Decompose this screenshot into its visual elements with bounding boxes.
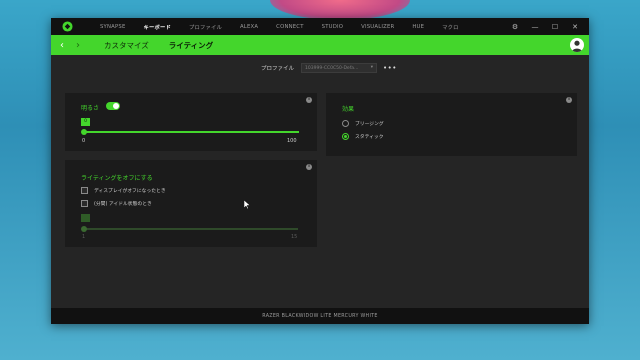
effect-option-breathing[interactable]: ブリージング [342,120,384,127]
radio-button[interactable] [342,120,349,127]
razer-synapse-window: SYNAPSE キーボード プロファイル ALEXA CONNECT STUDI… [51,18,589,324]
option-display-off[interactable]: ディスプレイがオフになったとき [81,187,166,194]
forward-arrow-icon[interactable]: › [70,40,86,51]
nav-hue[interactable]: HUE [403,24,433,30]
lighting-off-panel: ライティングをオフにする i ディスプレイがオフになったとき (分間) アイドル… [65,160,317,247]
nav-connect[interactable]: CONNECT [267,24,312,30]
profile-dropdown-value: 103999-CC0C50-Defa... [305,65,359,71]
radio-button-selected[interactable] [342,133,349,140]
brightness-toggle[interactable] [106,102,120,110]
brightness-value-box[interactable]: 0 [81,118,90,126]
brightness-title: 明るさ [81,105,100,112]
nav-profiles[interactable]: プロファイル [180,23,231,31]
brightness-slider-handle[interactable] [81,129,87,135]
nav-macro[interactable]: マクロ [433,23,468,31]
effect-panel: 効果 i ブリージング スタティック [326,93,577,156]
idle-min-label: 1 [82,234,86,240]
checkbox-label: (分間) アイドル状態のとき [94,202,152,207]
profile-selector-row: プロファイル 103999-CC0C50-Defa... ▾ ••• [261,63,397,73]
checkbox-label: ディスプレイがオフになったとき [94,189,166,194]
top-nav: SYNAPSE キーボード プロファイル ALEXA CONNECT STUDI… [91,23,468,31]
more-options-button[interactable]: ••• [383,64,397,72]
info-icon[interactable]: i [306,164,312,170]
desktop-wallpaper [270,0,410,20]
nav-visualizer[interactable]: VISUALIZER [352,24,403,30]
settings-gear-icon[interactable]: ⚙ [505,23,525,31]
tab-customize[interactable]: カスタマイズ [94,40,159,51]
info-icon[interactable]: i [306,97,312,103]
effect-title: 効果 [342,106,355,113]
checkbox[interactable] [81,200,88,207]
option-idle[interactable]: (分間) アイドル状態のとき [81,200,152,207]
tab-lighting[interactable]: ライティング [159,40,223,51]
profile-label: プロファイル [261,66,295,72]
idle-minutes-value-box [81,214,90,222]
main-content: プロファイル 103999-CC0C50-Defa... ▾ ••• 明るさ i… [51,55,589,308]
back-arrow-icon[interactable]: ‹ [54,40,70,51]
brightness-max-label: 100 [287,138,297,144]
nav-alexa[interactable]: ALEXA [231,24,267,30]
nav-keyboard[interactable]: キーボード [135,23,181,31]
close-icon[interactable]: ✕ [565,23,585,31]
nav-synapse[interactable]: SYNAPSE [91,24,135,30]
device-name-footer: RAZER BLACKWIDOW LITE MERCURY WHITE [51,308,589,324]
minimize-icon[interactable]: — [525,23,545,31]
maximize-icon[interactable]: ☐ [545,23,565,31]
effect-option-static[interactable]: スタティック [342,133,384,140]
info-icon[interactable]: i [566,97,572,103]
sub-header: ‹ › カスタマイズ ライティング [51,35,589,55]
nav-studio[interactable]: STUDIO [313,24,353,30]
lighting-off-title: ライティングをオフにする [81,175,153,182]
brightness-panel: 明るさ i 0 0 100 [65,93,317,151]
razer-logo-icon [61,21,73,33]
brightness-slider-track[interactable] [84,131,299,133]
chevron-down-icon: ▾ [370,65,374,70]
idle-minutes-slider-handle [81,226,87,232]
checkbox[interactable] [81,187,88,194]
brightness-min-label: 0 [82,138,86,144]
profile-dropdown[interactable]: 103999-CC0C50-Defa... ▾ [301,63,378,73]
idle-max-label: 15 [291,234,298,240]
user-avatar-icon[interactable] [570,38,584,52]
title-bar: SYNAPSE キーボード プロファイル ALEXA CONNECT STUDI… [51,18,589,35]
idle-minutes-slider-track [83,228,298,230]
window-controls: ⚙ — ☐ ✕ [505,18,585,35]
effect-option-label: ブリージング [355,122,384,127]
effect-option-label: スタティック [355,135,384,140]
